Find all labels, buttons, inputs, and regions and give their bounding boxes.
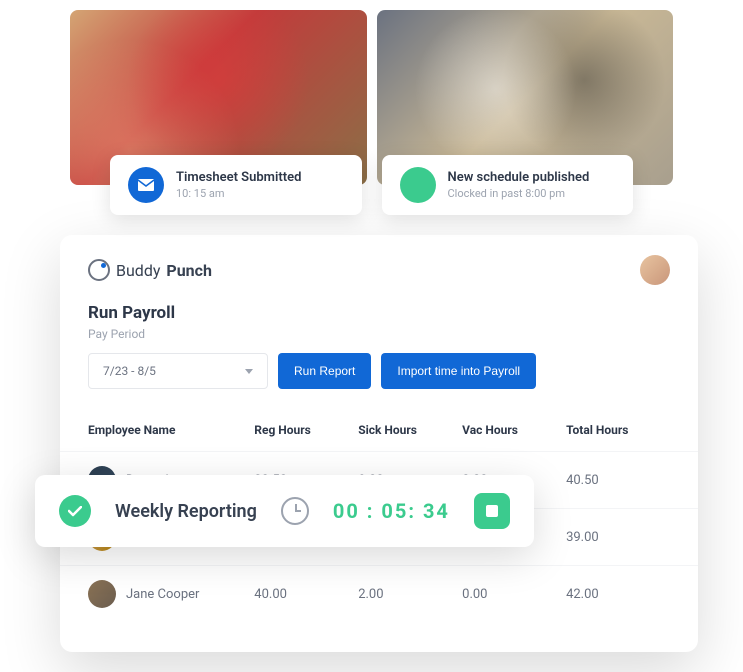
notification-text: New schedule published Clocked in past 8… xyxy=(448,170,590,200)
import-payroll-button[interactable]: Import time into Payroll xyxy=(381,353,536,389)
notification-row: Timesheet Submitted 10: 15 am New schedu… xyxy=(0,155,743,215)
reporting-widget: Weekly Reporting 00 : 05: 34 xyxy=(35,475,534,547)
notification-title: New schedule published xyxy=(448,170,590,185)
clock-logo-icon xyxy=(88,259,110,281)
col-vac: Vac Hours xyxy=(462,423,566,437)
notification-subtitle: Clocked in past 8:00 pm xyxy=(448,187,590,200)
reg-hours: 40.00 xyxy=(254,587,358,602)
total-hours: 42.00 xyxy=(566,587,670,602)
employee-avatar xyxy=(88,580,116,608)
col-sick: Sick Hours xyxy=(358,423,462,437)
col-employee: Employee Name xyxy=(88,423,254,437)
app-header: Buddy Punch xyxy=(60,255,698,303)
notification-subtitle: 10: 15 am xyxy=(176,187,301,200)
stop-button[interactable] xyxy=(474,493,510,529)
user-avatar[interactable] xyxy=(640,255,670,285)
table-header: Employee Name Reg Hours Sick Hours Vac H… xyxy=(60,409,698,451)
clock-icon xyxy=(281,497,309,525)
col-reg: Reg Hours xyxy=(254,423,358,437)
employee-name: Jane Cooper xyxy=(126,587,199,602)
vac-hours: 0.00 xyxy=(462,587,566,602)
sick-hours: 2.00 xyxy=(358,587,462,602)
notification-card-schedule[interactable]: New schedule published Clocked in past 8… xyxy=(382,155,634,215)
run-report-button[interactable]: Run Report xyxy=(278,353,371,389)
payroll-section: Run Payroll Pay Period 7/23 - 8/5 Run Re… xyxy=(60,303,698,389)
period-label: Pay Period xyxy=(88,327,670,341)
total-hours: 40.50 xyxy=(566,473,670,488)
notification-text: Timesheet Submitted 10: 15 am xyxy=(176,170,301,200)
status-dot-icon xyxy=(400,167,436,203)
notification-card-timesheet[interactable]: Timesheet Submitted 10: 15 am xyxy=(110,155,362,215)
timer-value: 00 : 05: 34 xyxy=(333,499,450,523)
reporting-title: Weekly Reporting xyxy=(115,501,257,522)
check-icon xyxy=(59,495,91,527)
employee-cell: Jane Cooper xyxy=(88,580,254,608)
period-value: 7/23 - 8/5 xyxy=(103,364,156,378)
chevron-down-icon xyxy=(245,369,253,374)
col-total: Total Hours xyxy=(566,423,670,437)
total-hours: 39.00 xyxy=(566,530,670,545)
controls-row: 7/23 - 8/5 Run Report Import time into P… xyxy=(88,353,670,389)
notification-title: Timesheet Submitted xyxy=(176,170,301,185)
mail-icon xyxy=(128,167,164,203)
table-row[interactable]: Jane Cooper 40.00 2.00 0.00 42.00 xyxy=(60,565,698,622)
app-card: Buddy Punch Run Payroll Pay Period 7/23 … xyxy=(60,235,698,652)
pay-period-select[interactable]: 7/23 - 8/5 xyxy=(88,353,268,389)
brand-logo[interactable]: Buddy Punch xyxy=(88,259,212,281)
brand-punch: Punch xyxy=(166,261,212,280)
brand-name: Buddy xyxy=(116,261,160,280)
section-title: Run Payroll xyxy=(88,303,670,323)
